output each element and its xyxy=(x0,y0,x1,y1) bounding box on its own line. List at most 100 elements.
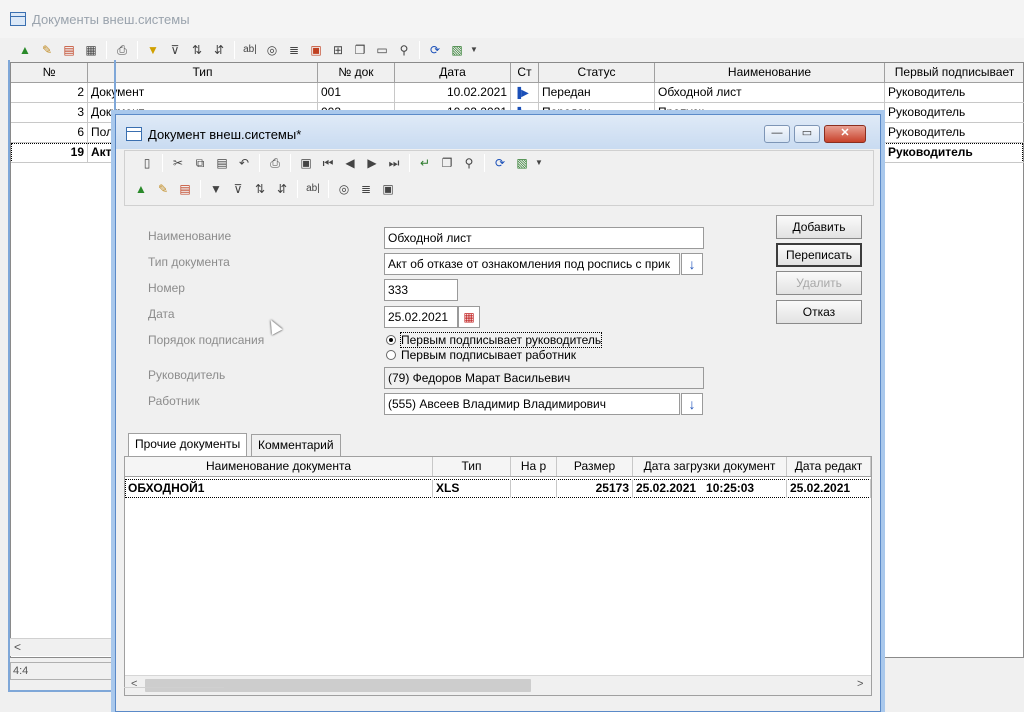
filter-icon[interactable]: ▼ xyxy=(206,179,226,199)
list-icon[interactable]: ≣ xyxy=(356,179,376,199)
dialog-toolbar-1: ▯ ✂ ⧉ ▤ ↶ ⎙ ▣ ⏮ ◀ ▶ ⏭ ↵ ❐ ⚲ ⟳ ▧ ▼ xyxy=(136,151,545,175)
order-option-employee-label[interactable]: Первым подписывает работник xyxy=(401,348,576,362)
new-document-icon[interactable]: ▯ xyxy=(137,153,157,173)
order-option-employee[interactable]: Первым подписывает работник xyxy=(386,348,576,362)
first-record-icon[interactable]: ⏮ xyxy=(318,153,338,173)
order-option-manager[interactable]: Первым подписывает руководитель xyxy=(386,332,603,348)
undo-icon[interactable]: ↶ xyxy=(234,153,254,173)
save-icon[interactable]: ▣ xyxy=(296,153,316,173)
radio-checked-icon[interactable] xyxy=(386,334,396,345)
date-field[interactable]: 25.02.2021 xyxy=(384,306,458,328)
view-record-icon[interactable]: ▦ xyxy=(81,40,101,60)
prev-record-icon[interactable]: ◀ xyxy=(340,153,360,173)
employee-picker-icon[interactable]: ↓ xyxy=(681,393,703,415)
paste-icon[interactable]: ▤ xyxy=(212,153,232,173)
enter-icon[interactable]: ↵ xyxy=(415,153,435,173)
document-icon[interactable]: ▣ xyxy=(378,179,398,199)
col-on-r[interactable]: На р xyxy=(511,457,557,476)
delete-record-icon[interactable]: ▤ xyxy=(59,40,79,60)
last-record-icon[interactable]: ⏭ xyxy=(384,153,404,173)
print-icon[interactable]: ⎙ xyxy=(265,153,285,173)
name-field[interactable]: Обходной лист xyxy=(384,227,704,249)
tab-comment[interactable]: Комментарий xyxy=(251,434,341,456)
window-icon[interactable]: ❐ xyxy=(437,153,457,173)
col-edit-date[interactable]: Дата редакт xyxy=(787,457,871,476)
subgrid-header: Наименование документа Тип На р Размер Д… xyxy=(125,457,871,477)
add-record-icon[interactable]: ▲ xyxy=(131,179,151,199)
sort-asc-icon[interactable]: ⇅ xyxy=(187,40,207,60)
toolbar-separator xyxy=(162,154,163,172)
doctype-picker-icon[interactable]: ↓ xyxy=(681,253,703,275)
radio-unchecked-icon[interactable] xyxy=(386,349,396,360)
text-search-icon[interactable]: ab| xyxy=(303,179,323,199)
col-first-signer[interactable]: Первый подписывает xyxy=(885,63,1024,83)
text-search-icon[interactable]: ab| xyxy=(240,40,260,60)
col-doc-name[interactable]: Наименование документа xyxy=(125,457,433,476)
col-doc-type[interactable]: Тип xyxy=(433,457,511,476)
tree-icon[interactable]: ⊞ xyxy=(328,40,348,60)
number-field[interactable]: 333 xyxy=(384,279,458,301)
table-row[interactable]: ОБХОДНОЙ1 XLS 25173 25.02.2021 10:25:03 … xyxy=(125,479,871,498)
document-icon[interactable]: ▣ xyxy=(306,40,326,60)
maximize-button[interactable]: ▭ xyxy=(794,125,820,143)
col-size[interactable]: Размер xyxy=(557,457,633,476)
scroll-left-icon[interactable]: < xyxy=(14,640,21,654)
next-record-icon[interactable]: ▶ xyxy=(362,153,382,173)
tab-other-documents[interactable]: Прочие документы xyxy=(128,433,248,456)
calendar-icon[interactable]: ▦ xyxy=(458,306,480,328)
cell-doc-num: 001 xyxy=(318,83,395,103)
cancel-button[interactable]: Отказ xyxy=(776,300,862,324)
dialog-titlebar[interactable]: Документ внеш.системы* — ▭ ✕ xyxy=(116,115,880,149)
link-icon[interactable]: ⚲ xyxy=(394,40,414,60)
cut-icon[interactable]: ✂ xyxy=(168,153,188,173)
col-upload-date[interactable]: Дата загрузки документ xyxy=(633,457,787,476)
window-icon[interactable]: ▭ xyxy=(372,40,392,60)
table-row[interactable]: 2 Документ 001 10.02.2021 ▐▶ Передан Обх… xyxy=(11,83,1024,103)
edit-record-icon[interactable]: ✎ xyxy=(37,40,57,60)
col-type[interactable]: Тип xyxy=(88,63,318,83)
windows-icon[interactable]: ❐ xyxy=(350,40,370,60)
col-st[interactable]: Ст xyxy=(511,63,539,83)
subgrid-horizontal-scrollbar[interactable]: < > xyxy=(125,675,871,695)
scroll-right-icon[interactable]: > xyxy=(857,678,863,690)
sort-desc-icon[interactable]: ⇵ xyxy=(272,179,292,199)
print-icon[interactable]: ⎙ xyxy=(112,40,132,60)
binoculars-icon[interactable]: ◎ xyxy=(262,40,282,60)
delete-button[interactable]: Удалить xyxy=(776,271,862,295)
toolbar-separator xyxy=(419,41,420,59)
manager-field[interactable]: (79) Федоров Марат Васильевич xyxy=(384,367,704,389)
chevron-down-icon[interactable]: ▼ xyxy=(469,40,479,60)
add-record-icon[interactable]: ▲ xyxy=(15,40,35,60)
filter-icon[interactable]: ▼ xyxy=(143,40,163,60)
col-doc-num[interactable]: № док xyxy=(318,63,395,83)
order-option-manager-label[interactable]: Первым подписывает руководитель xyxy=(399,332,603,348)
edit-record-icon[interactable]: ✎ xyxy=(153,179,173,199)
close-button[interactable]: ✕ xyxy=(824,125,866,143)
grid-horizontal-scrollbar[interactable]: < xyxy=(10,638,114,656)
col-name[interactable]: Наименование xyxy=(655,63,885,83)
binoculars-icon[interactable]: ◎ xyxy=(334,179,354,199)
col-status[interactable]: Статус xyxy=(539,63,655,83)
toolbar-separator xyxy=(484,154,485,172)
cell-size: 25173 xyxy=(557,479,633,498)
copy-icon[interactable]: ⧉ xyxy=(190,153,210,173)
chevron-down-icon[interactable]: ▼ xyxy=(534,153,544,173)
clear-filter-icon[interactable]: ⊽ xyxy=(165,40,185,60)
rewrite-button[interactable]: Переписать xyxy=(776,243,862,267)
employee-field[interactable]: (555) Авсеев Владимир Владимирович xyxy=(384,393,680,415)
col-num[interactable]: № xyxy=(11,63,88,83)
refresh-icon[interactable]: ⟳ xyxy=(490,153,510,173)
add-button[interactable]: Добавить xyxy=(776,215,862,239)
clear-filter-icon[interactable]: ⊽ xyxy=(228,179,248,199)
export-excel-icon[interactable]: ▧ xyxy=(512,153,532,173)
refresh-icon[interactable]: ⟳ xyxy=(425,40,445,60)
delete-record-icon[interactable]: ▤ xyxy=(175,179,195,199)
link-icon[interactable]: ⚲ xyxy=(459,153,479,173)
sort-desc-icon[interactable]: ⇵ xyxy=(209,40,229,60)
sort-asc-icon[interactable]: ⇅ xyxy=(250,179,270,199)
col-date[interactable]: Дата xyxy=(395,63,511,83)
export-excel-icon[interactable]: ▧ xyxy=(447,40,467,60)
list-icon[interactable]: ≣ xyxy=(284,40,304,60)
minimize-button[interactable]: — xyxy=(764,125,790,143)
doctype-field[interactable]: Акт об отказе от ознакомления под роспис… xyxy=(384,253,680,275)
